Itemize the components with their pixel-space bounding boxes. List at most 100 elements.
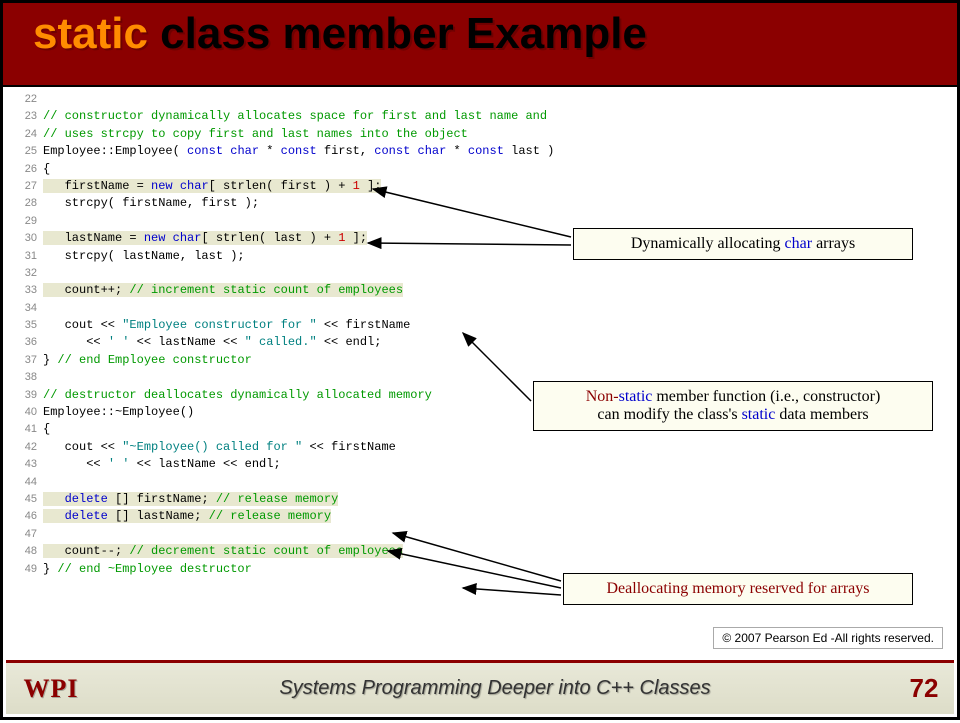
line-number: 45 bbox=[13, 492, 37, 508]
line-number: 35 bbox=[13, 318, 37, 334]
code-line: 27 firstName = new char[ strlen( first )… bbox=[13, 178, 543, 195]
title-rest: class member Example bbox=[148, 9, 647, 58]
line-number: 42 bbox=[13, 440, 37, 456]
code-line: 40 Employee::~Employee() bbox=[13, 404, 543, 421]
callout-nonstatic: Non-static member function (i.e., constr… bbox=[533, 381, 933, 431]
code-line: 43 << ' ' << lastName << endl; bbox=[13, 456, 543, 473]
code-line: 37 } // end Employee constructor bbox=[13, 352, 543, 369]
line-number: 39 bbox=[13, 388, 37, 404]
line-number: 32 bbox=[13, 266, 37, 282]
callout-text: Deallocating memory reserved for arrays bbox=[607, 580, 870, 597]
callout-keyword: static bbox=[742, 406, 776, 423]
wpi-logo: WPI bbox=[6, 674, 96, 704]
code-line: 39 // destructor deallocates dynamically … bbox=[13, 387, 543, 404]
callout-text: Dynamically allocating bbox=[631, 235, 785, 252]
line-number: 43 bbox=[13, 457, 37, 473]
callout-text: data members bbox=[775, 406, 868, 423]
title-keyword: static bbox=[33, 9, 148, 58]
line-body: << ' ' << lastName << endl; bbox=[43, 457, 281, 471]
callout-text: Non- bbox=[586, 388, 619, 405]
line-number: 26 bbox=[13, 162, 37, 178]
line-body: } // end Employee constructor bbox=[43, 353, 252, 367]
code-line: 35 cout << "Employee constructor for " <… bbox=[13, 317, 543, 334]
line-number: 23 bbox=[13, 109, 37, 125]
line-number: 31 bbox=[13, 249, 37, 265]
line-number: 25 bbox=[13, 144, 37, 160]
line-number: 49 bbox=[13, 562, 37, 578]
line-number: 30 bbox=[13, 231, 37, 247]
line-number: 48 bbox=[13, 544, 37, 560]
code-line: 36 << ' ' << lastName << " called." << e… bbox=[13, 334, 543, 351]
copyright-box: © 2007 Pearson Ed -All rights reserved. bbox=[713, 627, 943, 649]
code-line: 47 bbox=[13, 526, 543, 543]
line-number: 36 bbox=[13, 335, 37, 351]
line-body: << ' ' << lastName << " called." << endl… bbox=[43, 335, 381, 349]
code-line: 26 { bbox=[13, 161, 543, 178]
line-number: 34 bbox=[13, 301, 37, 317]
line-body: // destructor deallocates dynamically al… bbox=[43, 388, 432, 402]
line-number: 33 bbox=[13, 283, 37, 299]
line-number: 27 bbox=[13, 179, 37, 195]
line-body: count--; // decrement static count of em… bbox=[43, 544, 403, 558]
code-line: 22 bbox=[13, 91, 543, 108]
callout-dealloc: Deallocating memory reserved for arrays bbox=[563, 573, 913, 605]
line-body: strcpy( firstName, first ); bbox=[43, 196, 259, 210]
code-line: 32 bbox=[13, 265, 543, 282]
line-number: 41 bbox=[13, 422, 37, 438]
code-line: 28 strcpy( firstName, first ); bbox=[13, 195, 543, 212]
line-number: 40 bbox=[13, 405, 37, 421]
line-number: 37 bbox=[13, 353, 37, 369]
line-body: delete [] firstName; // release memory bbox=[43, 492, 338, 506]
code-line: 31 strcpy( lastName, last ); bbox=[13, 248, 543, 265]
callout-keyword: char bbox=[785, 235, 813, 252]
callout-text: arrays bbox=[812, 235, 855, 252]
line-body: delete [] lastName; // release memory bbox=[43, 509, 331, 523]
line-body: lastName = new char[ strlen( last ) + 1 … bbox=[43, 231, 367, 245]
line-body: firstName = new char[ strlen( first ) + … bbox=[43, 179, 381, 193]
footer-bar: WPI Systems Programming Deeper into C++ … bbox=[6, 660, 954, 714]
callout-keyword: static bbox=[619, 388, 653, 405]
code-line: 30 lastName = new char[ strlen( last ) +… bbox=[13, 230, 543, 247]
code-line: 33 count++; // increment static count of… bbox=[13, 282, 543, 299]
line-body: { bbox=[43, 162, 50, 176]
code-line: 24 // uses strcpy to copy first and last … bbox=[13, 126, 543, 143]
code-line: 38 bbox=[13, 369, 543, 386]
line-body: cout << "Employee constructor for " << f… bbox=[43, 318, 410, 332]
line-body: // constructor dynamically allocates spa… bbox=[43, 109, 547, 123]
callout-text: can modify the class's bbox=[597, 406, 741, 423]
line-number: 24 bbox=[13, 127, 37, 143]
code-line: 41 { bbox=[13, 421, 543, 438]
page-number: 72 bbox=[894, 673, 954, 704]
code-line: 44 bbox=[13, 474, 543, 491]
line-number: 22 bbox=[13, 92, 37, 108]
line-body: Employee::~Employee() bbox=[43, 405, 194, 419]
line-number: 29 bbox=[13, 214, 37, 230]
code-line: 46 delete [] lastName; // release memory bbox=[13, 508, 543, 525]
callout-alloc: Dynamically allocating char arrays bbox=[573, 228, 913, 260]
line-body: Employee::Employee( const char * const f… bbox=[43, 144, 554, 158]
callout-text: member function (i.e., constructor) bbox=[652, 388, 880, 405]
code-line: 49 } // end ~Employee destructor bbox=[13, 561, 543, 578]
code-line: 25Employee::Employee( const char * const… bbox=[13, 143, 543, 160]
code-line: 29 bbox=[13, 213, 543, 230]
code-line: 45 delete [] firstName; // release memor… bbox=[13, 491, 543, 508]
code-line: 34 bbox=[13, 300, 543, 317]
code-line: 23// constructor dynamically allocates s… bbox=[13, 108, 543, 125]
line-number: 28 bbox=[13, 196, 37, 212]
line-body: cout << "~Employee() called for " << fir… bbox=[43, 440, 396, 454]
line-body: } // end ~Employee destructor bbox=[43, 562, 252, 576]
slide-title: static class member Example bbox=[33, 9, 647, 59]
line-number: 38 bbox=[13, 370, 37, 386]
line-body: // uses strcpy to copy first and last na… bbox=[43, 127, 468, 141]
line-body: strcpy( lastName, last ); bbox=[43, 249, 245, 263]
code-listing: 2223// constructor dynamically allocates… bbox=[13, 91, 543, 578]
line-number: 44 bbox=[13, 475, 37, 491]
line-number: 47 bbox=[13, 527, 37, 543]
code-line: 48 count--; // decrement static count of… bbox=[13, 543, 543, 560]
line-body: count++; // increment static count of em… bbox=[43, 283, 403, 297]
code-line: 42 cout << "~Employee() called for " << … bbox=[13, 439, 543, 456]
footer-title: Systems Programming Deeper into C++ Clas… bbox=[96, 677, 894, 700]
slide-frame: static class member Example 2223// const… bbox=[0, 0, 960, 720]
line-body: { bbox=[43, 422, 50, 436]
line-number: 46 bbox=[13, 509, 37, 525]
